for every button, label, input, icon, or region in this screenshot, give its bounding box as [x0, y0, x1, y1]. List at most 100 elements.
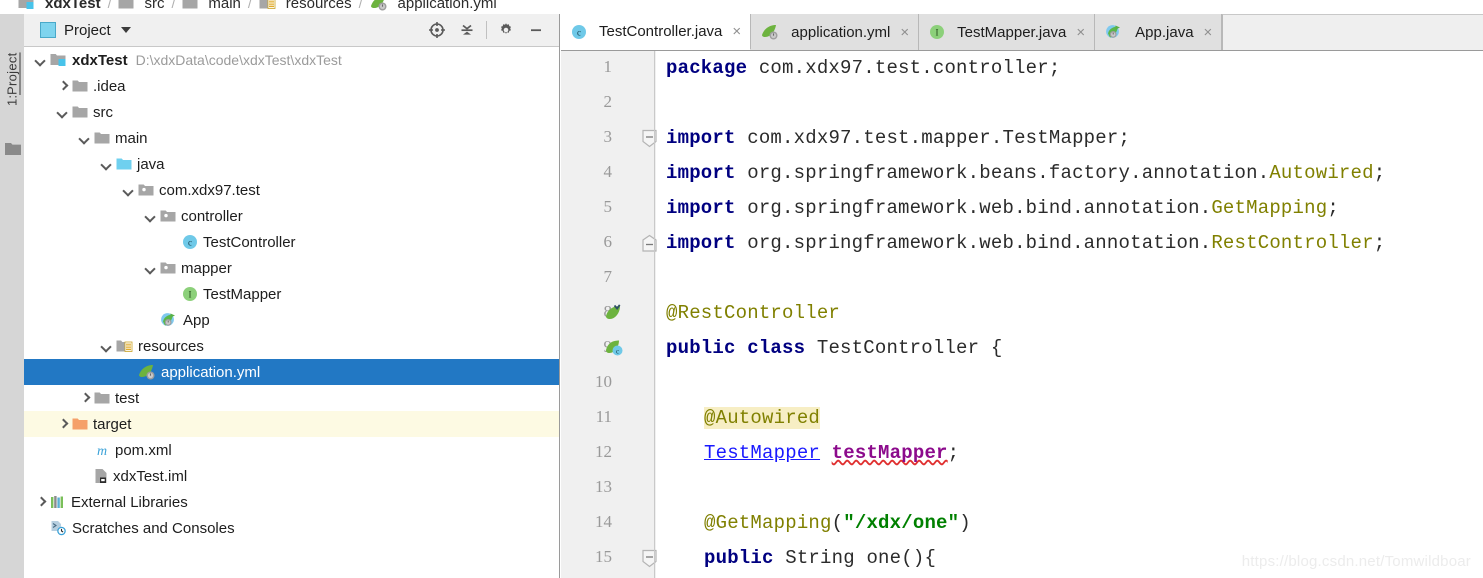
close-icon[interactable]: ×: [732, 23, 741, 40]
code-token: Autowired: [1269, 162, 1374, 184]
code-line[interactable]: @GetMapping("/xdx/one"): [704, 506, 971, 541]
tree-row-controller[interactable]: controller: [24, 203, 559, 229]
close-icon[interactable]: ×: [1076, 24, 1085, 41]
breadcrumb-separator: /: [107, 0, 112, 11]
breadcrumb-separator: /: [358, 0, 363, 11]
chevron-down-icon[interactable]: [56, 106, 69, 119]
toolbar-divider: [486, 21, 487, 39]
tree-row-xdxtest[interactable]: xdxTest D:\xdxData\code\xdxTest\xdxTest: [24, 47, 559, 73]
code-line[interactable]: TestMapper testMapper;: [704, 436, 959, 471]
chevron-down-icon[interactable]: [100, 158, 113, 171]
tool-window-button-project[interactable]: 1: Project: [2, 24, 22, 134]
excluded-folder-icon: [72, 417, 88, 431]
minimize-icon[interactable]: [521, 15, 551, 45]
tree-row-java[interactable]: java: [24, 151, 559, 177]
spring-component-gutter-icon[interactable]: c: [605, 339, 625, 360]
code-token: ;: [1373, 232, 1386, 254]
tree-row-com-xdx97-test[interactable]: com.xdx97.test: [24, 177, 559, 203]
left-tool-window-strip: 1: Project: [0, 14, 25, 578]
tree-row-test[interactable]: test: [24, 385, 559, 411]
editor-gutter[interactable]: 123456789101112131415c: [561, 51, 657, 578]
tree-row-mapper[interactable]: mapper: [24, 255, 559, 281]
tree-row--idea[interactable]: .idea: [24, 73, 559, 99]
line-number: 7: [603, 267, 613, 286]
chevron-down-icon[interactable]: [144, 210, 157, 223]
tree-row-testcontroller[interactable]: c TestController: [24, 229, 559, 255]
scroll-from-source-icon[interactable]: [422, 15, 452, 45]
chevron-down-icon[interactable]: [122, 184, 135, 197]
project-panel-toolbar: [422, 14, 551, 46]
project-title-group[interactable]: Project: [24, 22, 131, 39]
tree-row-scratches-and-consoles[interactable]: Scratches and Consoles: [24, 515, 559, 541]
tree-row-testmapper[interactable]: I TestMapper: [24, 281, 559, 307]
tree-row-path: D:\xdxData\code\xdxTest\xdxTest: [135, 52, 342, 68]
chevron-right-icon[interactable]: [78, 392, 91, 405]
chevron-down-icon[interactable]: [34, 54, 47, 67]
editor-tab-application-yml[interactable]: application.yml ×: [751, 14, 920, 50]
tree-row-label: controller: [181, 207, 243, 225]
code-token: org.springframework.web.bind.annotation.: [735, 232, 1212, 254]
project-tree[interactable]: xdxTest D:\xdxData\code\xdxTest\xdxTest .i…: [24, 47, 559, 578]
editor-tab-testcontroller-java[interactable]: c TestController.java ×: [561, 14, 752, 50]
code-line[interactable]: public class TestController {: [666, 331, 1002, 366]
gutter-line: 1: [561, 51, 656, 86]
tree-row-target[interactable]: target: [24, 411, 559, 437]
editor-tab-label: application.yml: [791, 23, 891, 41]
tree-row-pom-xml[interactable]: m pom.xml: [24, 437, 559, 463]
tree-row-resources[interactable]: resources: [24, 333, 559, 359]
tree-row-label: xdxTest: [72, 51, 128, 69]
code-token: TestMapper: [704, 442, 821, 464]
java-interface-icon: I: [182, 286, 198, 302]
code-line[interactable]: public String one(){: [704, 541, 936, 576]
code-token: com.xdx97.test.controller;: [747, 57, 1061, 79]
package-icon: [160, 209, 176, 223]
code-line[interactable]: import org.springframework.web.bind.anno…: [666, 191, 1339, 226]
tree-row-xdxtest-iml[interactable]: xdxTest.iml: [24, 463, 559, 489]
code-line[interactable]: package com.xdx97.test.controller;: [666, 51, 1060, 86]
code-line[interactable]: import org.springframework.web.bind.anno…: [666, 226, 1385, 261]
close-icon[interactable]: ×: [1204, 24, 1213, 41]
code-line[interactable]: import com.xdx97.test.mapper.TestMapper;: [666, 121, 1130, 156]
chevron-down-icon[interactable]: [100, 340, 113, 353]
chevron-down-icon[interactable]: [78, 132, 91, 145]
tree-row-main[interactable]: main: [24, 125, 559, 151]
editor-tab-app-java[interactable]: App.java ×: [1095, 14, 1223, 50]
tree-row-application-yml[interactable]: application.yml: [24, 359, 559, 385]
idea-window: xdxTest / src / main / resources / application.y…: [0, 0, 1483, 578]
java-class-icon: c: [182, 234, 198, 250]
code-lines[interactable]: package com.xdx97.test.controller; import…: [656, 51, 1483, 578]
editor-tab-testmapper-java[interactable]: I TestMapper.java ×: [919, 14, 1096, 50]
resources-folder-icon: [116, 339, 133, 353]
breadcrumb-item[interactable]: xdxTest: [18, 0, 101, 12]
code-editor[interactable]: 123456789101112131415c package com.xdx97…: [561, 51, 1483, 578]
tree-row-src[interactable]: src: [24, 99, 559, 125]
tree-row-external-libraries[interactable]: External Libraries: [24, 489, 559, 515]
watermark: https://blog.csdn.net/Tomwildboar: [1241, 553, 1471, 570]
line-number: 4: [603, 162, 613, 181]
code-line[interactable]: import org.springframework.beans.factory…: [666, 156, 1385, 191]
chevron-right-icon[interactable]: [34, 496, 47, 509]
close-icon[interactable]: ×: [900, 24, 909, 41]
breadcrumb-item[interactable]: resources: [259, 0, 352, 12]
chevron-down-icon[interactable]: [120, 27, 131, 33]
code-token: "/xdx/one": [843, 512, 960, 534]
tree-row-label: mapper: [181, 259, 232, 277]
breadcrumb-item[interactable]: application.yml: [370, 0, 497, 12]
breadcrumb-item[interactable]: main: [182, 0, 241, 12]
code-line[interactable]: @Autowired: [704, 401, 821, 436]
folder-icon: [72, 105, 88, 119]
collapse-all-icon[interactable]: [452, 15, 482, 45]
chevron-right-icon[interactable]: [56, 418, 69, 431]
tree-row-app[interactable]: App: [24, 307, 559, 333]
gutter-divider: [654, 51, 655, 578]
chevron-right-icon[interactable]: [56, 80, 69, 93]
chevron-down-icon[interactable]: [144, 262, 157, 275]
tree-row-label: pom.xml: [115, 441, 172, 459]
line-number: 10: [595, 372, 612, 391]
spring-bean-gutter-icon[interactable]: [605, 304, 625, 325]
code-line[interactable]: @RestController: [666, 296, 840, 331]
breadcrumb-item[interactable]: src: [118, 0, 164, 12]
spring-yml-icon: [761, 24, 779, 40]
gear-icon[interactable]: [491, 15, 521, 45]
